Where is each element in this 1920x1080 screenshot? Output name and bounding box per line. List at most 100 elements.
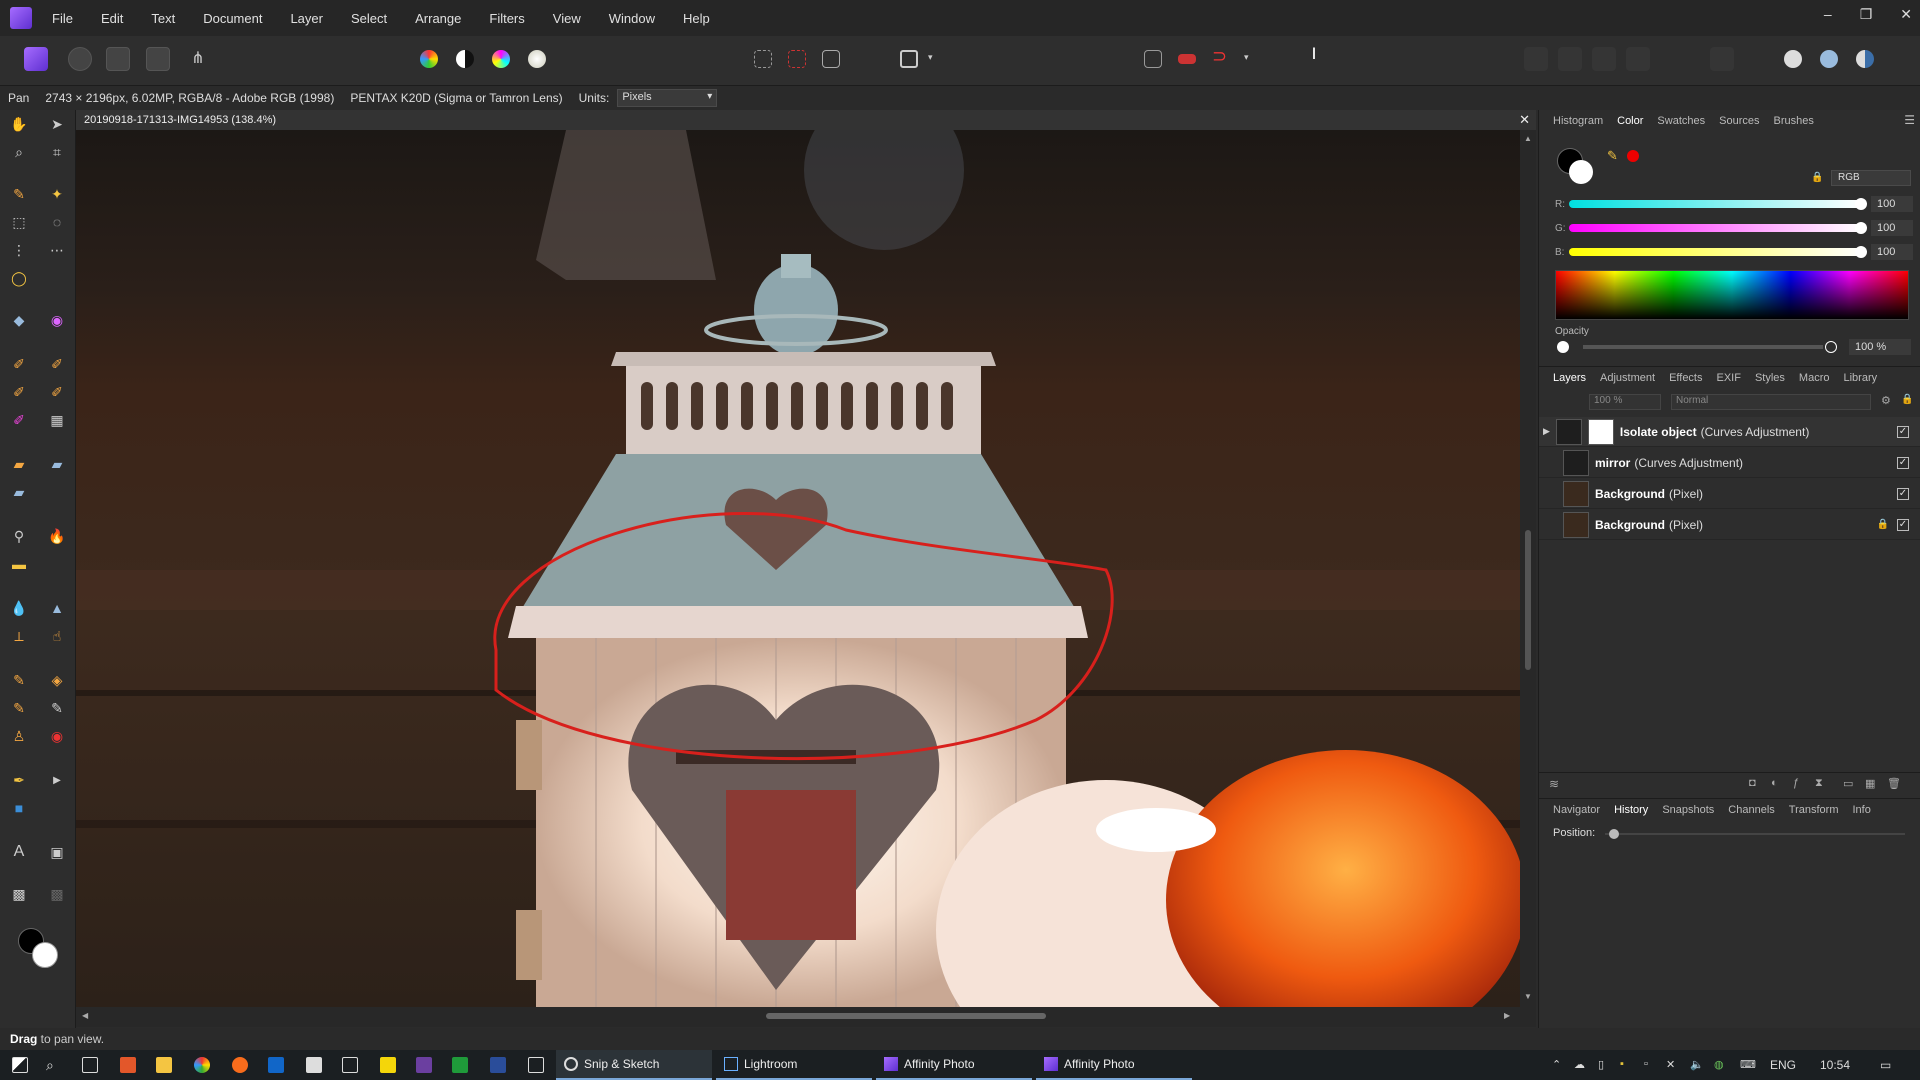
scroll-left-icon[interactable]: ◀ [82, 1011, 88, 1020]
layer-visibility-checkbox[interactable]: ✓ [1897, 425, 1909, 438]
red-value[interactable]: 100 [1871, 196, 1913, 212]
auto-colors-icon[interactable] [492, 50, 510, 68]
minimize-button[interactable]: – [1824, 6, 1832, 23]
boolean-add-icon[interactable] [1784, 50, 1802, 68]
green-knob[interactable] [1855, 222, 1867, 234]
develop-persona-icon[interactable] [106, 47, 130, 71]
jw-library-icon[interactable] [452, 1057, 468, 1073]
menu-arrange[interactable]: Arrange [415, 11, 461, 26]
tray-green-icon[interactable]: ◍ [1714, 1058, 1724, 1071]
layer-row[interactable]: ▶ Isolate object (Curves Adjustment) ✓ [1539, 417, 1920, 447]
taskbar-app-affinity-photo-2[interactable]: Affinity Photo [1036, 1050, 1192, 1080]
burn-brush-icon[interactable]: 🔥 [46, 526, 68, 546]
quick-mask-icon[interactable] [900, 50, 918, 68]
tab-snapshots[interactable]: Snapshots [1662, 804, 1714, 816]
patch-tool-icon[interactable]: ✎ [8, 698, 30, 718]
outlook-icon[interactable] [268, 1057, 284, 1073]
gradient-tool-icon[interactable]: ◉ [46, 310, 68, 330]
layers-stack-icon[interactable]: ≋ [1549, 777, 1559, 791]
calculator-icon[interactable] [528, 1057, 544, 1073]
erase-brush-icon[interactable]: ▰ [8, 454, 30, 474]
picked-color-swatch[interactable] [1627, 150, 1639, 162]
lock-layer-icon[interactable]: 🔒 [1901, 394, 1913, 405]
auto-levels-icon[interactable] [420, 50, 438, 68]
rectangle-tool-icon[interactable]: ■ [8, 798, 30, 818]
transform-icon[interactable] [1710, 47, 1734, 71]
tab-info[interactable]: Info [1853, 804, 1871, 816]
tab-color[interactable]: Color [1617, 115, 1643, 127]
background-erase-icon[interactable]: ▰ [46, 454, 68, 474]
layer-visibility-checkbox[interactable]: ✓ [1897, 518, 1909, 531]
red-eye-removal-icon[interactable]: ◉ [46, 726, 68, 746]
document-tab[interactable]: 20190918-171313-IMG14953 (138.4%) ✕ [76, 110, 1536, 130]
layer-visibility-checkbox[interactable]: ✓ [1897, 487, 1909, 500]
layer-opacity-field[interactable]: 100 % [1589, 394, 1661, 410]
flood-erase-icon[interactable]: ▰ [8, 482, 30, 502]
tab-macro[interactable]: Macro [1799, 372, 1830, 384]
red-slider[interactable]: R: 100 [1555, 196, 1915, 212]
tab-styles[interactable]: Styles [1755, 372, 1785, 384]
mesh-warp-icon[interactable]: ▩ [8, 884, 30, 904]
share-icon[interactable]: ⋔ [186, 47, 210, 71]
tab-effects[interactable]: Effects [1669, 372, 1702, 384]
search-icon[interactable]: ⌕ [46, 1057, 62, 1073]
color-spectrum[interactable] [1555, 270, 1909, 320]
red-track[interactable] [1569, 200, 1861, 208]
menu-select[interactable]: Select [351, 11, 387, 26]
tab-sources[interactable]: Sources [1719, 115, 1759, 127]
expand-arrow-icon[interactable]: ▶ [1543, 426, 1550, 437]
opacity-knob[interactable] [1825, 341, 1837, 353]
blend-options-gear-icon[interactable]: ⚙ [1881, 394, 1891, 407]
photo-persona-icon[interactable] [24, 47, 48, 71]
node-tool-icon[interactable]: ▶ [46, 770, 68, 790]
tab-navigator[interactable]: Navigator [1553, 804, 1600, 816]
auto-white-balance-icon[interactable] [528, 50, 546, 68]
boolean-subtract-icon[interactable] [1820, 50, 1838, 68]
deselect-icon[interactable] [788, 50, 806, 68]
menu-document[interactable]: Document [203, 11, 262, 26]
selection-brush-icon[interactable]: ✎ [8, 184, 30, 204]
tab-history[interactable]: History [1614, 804, 1648, 816]
auto-contrast-icon[interactable] [456, 50, 474, 68]
zoom-tool-icon[interactable]: ⌕ [8, 142, 30, 162]
move-tool-icon[interactable]: ➤ [46, 114, 68, 134]
maximize-button[interactable]: ❐ [1860, 6, 1873, 23]
tray-notes-icon[interactable]: ▪ [1620, 1058, 1624, 1070]
add-group-icon[interactable]: ▭ [1843, 777, 1853, 790]
blue-value[interactable]: 100 [1871, 244, 1913, 260]
distribute-icon[interactable] [1592, 47, 1616, 71]
red-knob[interactable] [1855, 198, 1867, 210]
sticky-notes-icon[interactable] [380, 1057, 396, 1073]
sponge-brush-icon[interactable]: ▬ [8, 554, 30, 574]
mask-layer-icon[interactable]: ◘ [1749, 777, 1756, 789]
smudge-brush-icon[interactable]: ☝ [46, 626, 68, 646]
sharpen-brush-icon[interactable]: ▲ [46, 598, 68, 618]
info-icon[interactable]: ǀ [1302, 46, 1326, 70]
menu-file[interactable]: File [52, 11, 73, 26]
tab-adjustment[interactable]: Adjustment [1600, 372, 1655, 384]
arrange-icon[interactable] [1524, 47, 1548, 71]
pen-tool-icon[interactable]: ✒ [8, 770, 30, 790]
blend-mode-select[interactable]: Normal [1671, 394, 1871, 410]
crop-tool-icon[interactable]: ⌗ [46, 142, 68, 162]
mixer-brush-icon[interactable]: ✐ [46, 382, 68, 402]
tray-chevron-icon[interactable]: ⌃ [1552, 1058, 1561, 1071]
tab-exif[interactable]: EXIF [1717, 372, 1741, 384]
rect-marquee-icon[interactable]: ⬚ [8, 212, 30, 232]
tab-histogram[interactable]: Histogram [1553, 115, 1603, 127]
tab-library[interactable]: Library [1843, 372, 1877, 384]
affinity-photo-logo-icon[interactable] [10, 7, 32, 29]
dodge-brush-icon[interactable]: ⚲ [8, 526, 30, 546]
ellipse-marquee-icon[interactable]: ◌ [46, 212, 68, 232]
horizontal-scroll-thumb[interactable] [766, 1013, 1046, 1019]
tray-mail-icon[interactable]: ▫ [1644, 1058, 1648, 1070]
fx-icon[interactable]: ƒ [1793, 777, 1799, 789]
add-layer-icon[interactable]: ▦ [1865, 777, 1875, 790]
blemish-remover-icon[interactable]: ✎ [46, 698, 68, 718]
windows-start-icon[interactable] [12, 1057, 28, 1073]
office-icon[interactable] [120, 1057, 136, 1073]
row-marquee-icon[interactable]: ⋯ [46, 240, 68, 260]
document-canvas[interactable] [76, 130, 1520, 1007]
close-document-icon[interactable]: ✕ [1519, 112, 1530, 128]
blue-track[interactable] [1569, 248, 1861, 256]
